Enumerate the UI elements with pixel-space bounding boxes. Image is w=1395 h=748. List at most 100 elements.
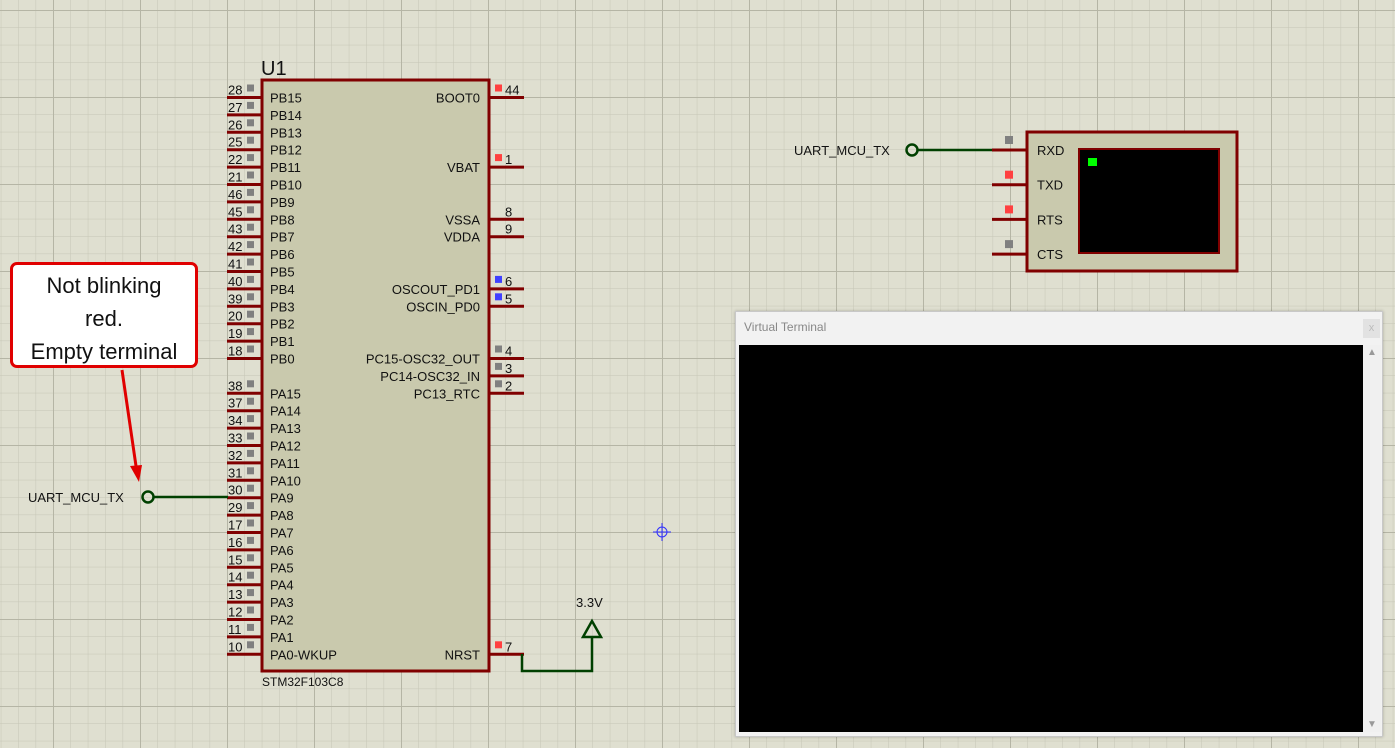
pin-number: 22 [228, 152, 242, 167]
pin-label: PC15-OSC32_OUT [366, 352, 480, 367]
pin-label: PB4 [270, 282, 295, 297]
terminal-part-screen [1078, 148, 1220, 254]
pin-number: 2 [505, 378, 512, 393]
virtual-terminal-part[interactable]: RXD TXD RTS CTS [992, 130, 1239, 273]
pin-state-indicator [247, 328, 254, 336]
pin-label: PA8 [270, 508, 294, 523]
pin-state-indicator [247, 432, 254, 440]
pin-state-indicator [247, 484, 254, 492]
pin-label: PB6 [270, 247, 295, 262]
pin-state-indicator [495, 345, 502, 353]
stm32-chip[interactable]: U1 STM32F103C8 28PB1527PB1426PB1325PB122… [227, 58, 524, 689]
pin-number: 27 [228, 100, 242, 115]
pin-state-indicator [247, 84, 254, 92]
pin-label: PB11 [270, 160, 301, 175]
pin-label: PB12 [270, 143, 302, 158]
pin-label: PA5 [270, 560, 294, 575]
pin-state-indicator [495, 84, 502, 92]
close-button[interactable]: x [1363, 319, 1380, 338]
chip-ref: U1 [261, 58, 287, 80]
pin-label: VSSA [445, 212, 480, 227]
pin-label: PB1 [270, 334, 295, 349]
pin-number: 1 [505, 152, 512, 167]
pin-state-indicator [247, 101, 254, 109]
pin-label: BOOT0 [436, 91, 480, 106]
pin-number: 31 [228, 465, 242, 480]
pin-label: RTS [1037, 212, 1063, 227]
pin-state-indicator [247, 258, 254, 266]
pin-number: 44 [505, 83, 519, 98]
pin-state-indicator [1005, 136, 1013, 144]
pin-label: PA3 [270, 595, 294, 610]
pin-number: 34 [228, 413, 242, 428]
pin-number: 14 [228, 570, 242, 585]
pin-number: 26 [228, 117, 242, 132]
pin-number: 20 [228, 309, 242, 324]
pin-state-indicator [247, 206, 254, 214]
pin-state-indicator [247, 519, 254, 527]
pin-label: PA0-WKUP [270, 647, 337, 662]
pin-state-indicator [247, 554, 254, 562]
pin-number: 28 [228, 83, 242, 98]
pin-label: PB14 [270, 108, 302, 123]
pin-label: PC14-OSC32_IN [380, 369, 480, 384]
pin-label: PB3 [270, 299, 295, 314]
pin-number: 11 [228, 622, 242, 637]
pin-label: PA6 [270, 543, 294, 558]
pin-number: 32 [228, 448, 242, 463]
pin-label: PA1 [270, 630, 294, 645]
pin-state-indicator [247, 467, 254, 475]
pin-number: 15 [228, 552, 242, 567]
pin-number: 12 [228, 605, 242, 620]
pin-number: 16 [228, 535, 242, 550]
pin-state-indicator [495, 154, 502, 162]
pin-number: 17 [228, 518, 242, 533]
pin-state-indicator [247, 136, 254, 144]
scrollbar[interactable]: ▲ ▼ [1363, 345, 1381, 732]
pin-number: 37 [228, 396, 242, 411]
pin-state-indicator [247, 415, 254, 423]
pin-label: TXD [1037, 178, 1063, 193]
pin-state-indicator [247, 119, 254, 127]
pin-label: NRST [445, 647, 480, 662]
pin-number: 8 [505, 204, 512, 219]
callout-line: red. [85, 306, 123, 331]
pin-state-indicator [247, 641, 254, 649]
pin-label: PA2 [270, 613, 294, 628]
pin-number: 13 [228, 587, 242, 602]
pin-state-indicator [1005, 240, 1013, 249]
pin-number: 7 [505, 639, 512, 654]
callout-line: Not blinking [46, 273, 162, 298]
pin-state-indicator [247, 536, 254, 544]
scroll-up-icon[interactable]: ▲ [1367, 347, 1377, 358]
pin-label: PB9 [270, 195, 295, 210]
pin-state-indicator [247, 449, 254, 457]
virtual-terminal-window[interactable]: Virtual Terminal x ▲ ▼ [735, 311, 1383, 737]
pin-number: 10 [228, 639, 242, 654]
pin-state-indicator [495, 275, 502, 283]
scroll-down-icon[interactable]: ▼ [1367, 719, 1377, 730]
pin-label: OSCOUT_PD1 [392, 282, 480, 297]
pin-number: 42 [228, 239, 242, 254]
pin-number: 46 [228, 187, 242, 202]
terminal-cursor [1088, 158, 1097, 166]
pin-state-indicator [247, 223, 254, 231]
pin-label: PB0 [270, 352, 295, 367]
pin-state-indicator [247, 397, 254, 405]
pin-state-indicator [247, 502, 254, 510]
annotation-callout: Not blinking red. Empty terminal [10, 262, 198, 368]
pin-label: PB15 [270, 91, 302, 106]
pin-number: 33 [228, 431, 242, 446]
pin-label: PA10 [270, 473, 301, 488]
pin-number: 39 [228, 291, 242, 306]
pin-number: 38 [228, 378, 242, 393]
pin-number: 29 [228, 500, 242, 515]
pin-state-indicator [247, 345, 254, 353]
pin-state-indicator [247, 310, 254, 318]
pin-state-indicator [247, 241, 254, 249]
terminal-output[interactable] [739, 345, 1363, 732]
pin-label: PA11 [270, 456, 300, 471]
pin-label: PA9 [270, 491, 294, 506]
pin-label: PA13 [270, 421, 301, 436]
pin-label: PC13_RTC [414, 386, 480, 401]
